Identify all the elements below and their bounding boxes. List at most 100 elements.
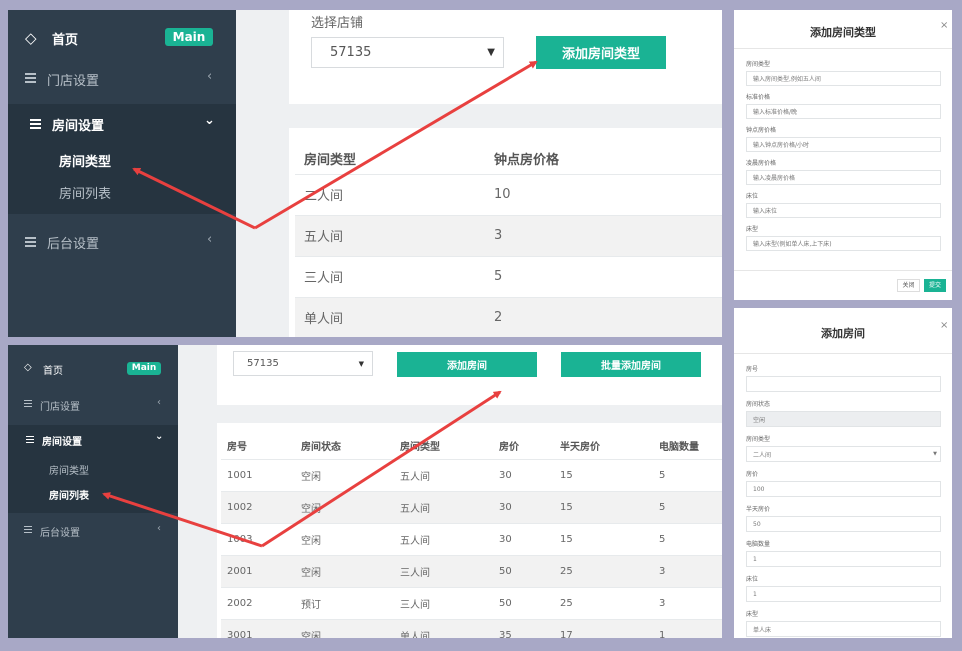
table-cell: 2002 [227,597,253,609]
close-icon[interactable]: × [940,320,948,331]
table-cell: 空闲 [301,619,400,638]
text-input[interactable]: 输入房间类型,例如五人间 [746,71,941,86]
table-cell: 5 [659,491,722,523]
table-cell: 3001 [221,619,301,638]
chevron-down-icon: ⌄ [204,113,215,128]
main-badge: Main [127,362,161,375]
sidebar-item-room-types[interactable]: 房间类型 [8,453,178,481]
sidebar-item-store-settings[interactable]: 门店设置 ‹ [8,60,236,96]
store-select[interactable]: 57135 ▼ [233,351,373,376]
modal-divider [734,48,952,49]
field-label: 床位 [746,576,759,583]
sidebar-item-room-list[interactable]: 房间列表 [8,174,236,214]
room-list-screen: ◇ 首页 Main 门店设置 ‹ 房间设置 ⌄ 房间类型 房间列表 后台设置 ‹… [8,345,722,638]
close-icon[interactable]: × [940,20,948,31]
table-cell: 5 [659,533,666,545]
text-input[interactable]: 输入凌晨房价格 [746,170,941,185]
field-label: 标准价格 [746,94,771,101]
sidebar-item-home[interactable]: ◇ 首页 Main [8,355,178,381]
field-label: 房间状态 [746,401,771,408]
close-button[interactable]: 关闭 [897,279,920,292]
table-cell: 五人间 [400,491,499,523]
table-row: 1002 空闲 五人间 30 15 5 [221,491,722,523]
chevron-down-icon: ⌄ [155,431,164,442]
table-cell: 17 [560,619,659,638]
sidebar-item-room-settings[interactable]: 房间设置 ⌄ [8,104,236,142]
table-cell: 1003 [227,533,253,545]
main-badge: Main [165,28,213,46]
table-row: 2002 预订 三人间 50 25 3 [221,587,722,619]
sidebar-item-store-settings[interactable]: 门店设置 ‹ [8,391,178,417]
text-input[interactable]: 1 [746,551,941,567]
caret-down-icon: ▼ [487,47,495,58]
modal-divider [734,270,952,271]
field-label: 床位 [746,193,759,200]
text-input: 空闲 [746,411,941,427]
sidebar: ◇ 首页 Main 门店设置 ‹ 房间设置 ⌄ 房间类型 房间列表 后台设置 ‹ [8,345,178,638]
add-room-modal: 添加房间 × 房号 房间状态 空闲 房间类型 二人间 ▼ 房价 100 半天房价 50 电脑数量 1 床… [734,308,952,638]
table-cell: 3 [659,597,666,609]
menu-icon [25,73,36,83]
sidebar-home-label: 首页 [43,366,63,377]
field-label: 房间类型 [746,61,771,68]
diamond-icon: ◇ [24,362,32,373]
chevron-left-icon: ‹ [157,397,161,408]
sidebar-item-backend-settings[interactable]: 后台设置 ‹ [8,224,236,260]
table-cell: 30 [499,491,560,523]
table-cell: 5 [659,469,666,481]
table-cell: 1 [659,619,722,638]
field-label: 房号 [746,366,759,373]
table-cell: 30 [499,533,512,545]
table-row: 二人间 10 [295,174,722,215]
table-cell: 空闲 [301,535,321,547]
field-label: 床型 [746,226,759,233]
chevron-left-icon: ‹ [157,523,161,534]
sidebar-item-backend-settings[interactable]: 后台设置 ‹ [8,517,178,543]
room-list-table: 房号 房间状态 房间类型 房价 半天房价 电脑数量 1001 空闲 五人间 30 15 5… [221,432,722,638]
text-input[interactable]: 100 [746,481,941,497]
table-cell: 10 [494,187,511,202]
table-cell: 预订 [301,599,321,611]
table-cell: 2001 [221,555,301,587]
text-input[interactable]: 输入床型(例如单人床,上下床) [746,236,941,251]
room-actions-card: 57135 ▼ 添加房间 批量添加房间 [217,345,722,405]
field-value: 50 [753,520,761,528]
column-header: 电脑数量 [659,441,699,453]
table-cell: 单人间 [295,297,494,337]
text-input[interactable]: 输入标准价格/晚 [746,104,941,119]
table-row: 五人间 3 [295,215,722,256]
caret-down-icon: ▼ [358,359,364,368]
batch-add-room-button[interactable]: 批量添加房间 [561,352,701,377]
table-cell: 单人间 [400,619,499,638]
room-type-select[interactable]: 二人间 ▼ [746,446,941,462]
store-select-value: 57135 [330,45,372,60]
text-input[interactable]: 输入床位 [746,203,941,218]
text-input[interactable]: 1 [746,586,941,602]
table-row: 2001 空闲 三人间 50 25 3 [221,555,722,587]
table-cell: 三人间 [304,271,344,286]
sidebar-item-home[interactable]: ◇ 首页 Main [8,20,236,56]
sidebar-item-room-list[interactable]: 房间列表 [8,481,178,513]
sidebar-backend-settings-label: 后台设置 [47,237,100,252]
add-room-button[interactable]: 添加房间 [397,352,537,377]
add-room-type-button[interactable]: 添加房间类型 [536,36,666,69]
sidebar-item-room-settings[interactable]: 房间设置 ⌄ [8,425,178,453]
column-header: 房间状态 [301,441,341,453]
submit-button[interactable]: 提交 [924,279,946,292]
store-select-card: 选择店铺 57135 ▼ 添加房间类型 [289,10,722,104]
column-header: 房号 [227,441,247,453]
table-cell: 15 [560,533,573,545]
table-cell: 三人间 [400,599,430,611]
text-input[interactable]: 50 [746,516,941,532]
table-cell: 25 [560,597,573,609]
diamond-icon: ◇ [25,29,37,47]
text-input[interactable]: 单人床 [746,621,941,637]
menu-icon [26,436,34,443]
sidebar-item-room-types[interactable]: 房间类型 [8,142,236,174]
text-input[interactable]: 输入钟点房价格/小时 [746,137,941,152]
table-cell: 2 [494,297,722,337]
store-select[interactable]: 57135 ▼ [311,37,504,68]
field-value: 1 [753,590,757,598]
text-input[interactable] [746,376,941,392]
menu-icon [24,400,32,407]
